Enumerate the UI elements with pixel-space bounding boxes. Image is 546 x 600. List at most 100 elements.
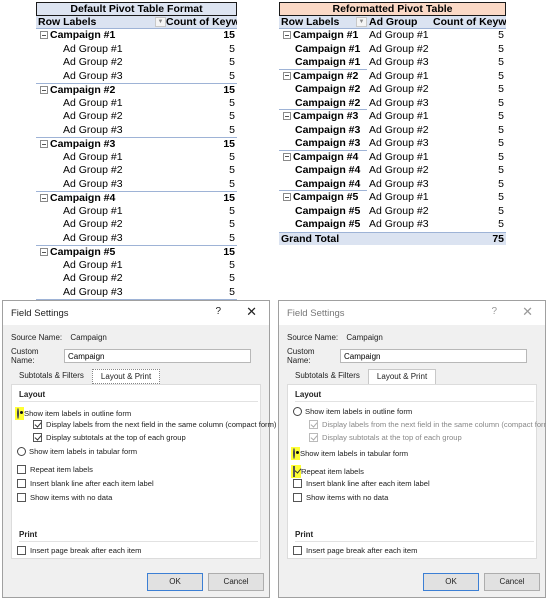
checkbox[interactable] — [293, 546, 302, 555]
ad-group-label: Ad Group #2 — [63, 218, 123, 230]
custom-name-input[interactable] — [340, 349, 527, 363]
ad-group-label: Ad Group #1 — [63, 42, 123, 55]
help-icon[interactable]: ? — [491, 306, 497, 317]
tabular-row: Campaign #2 Ad Group #3 5 — [279, 97, 506, 110]
checkbox[interactable] — [309, 420, 318, 429]
collapse-icon[interactable] — [283, 152, 291, 161]
custom-name-label: Custom Name: — [287, 347, 315, 365]
tabular-row: Campaign #3 Ad Group #1 5 — [279, 110, 506, 124]
checkbox[interactable] — [33, 420, 42, 429]
subtotals-top-option[interactable]: Display subtotals at the top of each gro… — [33, 433, 186, 442]
option-label: Show item labels in tabular form — [29, 447, 138, 456]
checkbox[interactable] — [17, 546, 26, 555]
pivot-body: Campaign #1 15 Ad Group #1 5 Ad Group #2 5… — [36, 29, 237, 299]
option-label: Display subtotals at the top of each gro… — [46, 433, 186, 442]
tab-subtotals-filters[interactable]: Subtotals & Filters — [287, 369, 368, 384]
ad-group-count: 5 — [229, 96, 235, 109]
radio-button[interactable] — [17, 447, 26, 456]
checkbox[interactable] — [17, 493, 26, 502]
cancel-button[interactable]: Cancel — [484, 573, 540, 591]
collapse-icon[interactable] — [40, 140, 48, 148]
close-icon[interactable]: ✕ — [522, 304, 533, 320]
ad-group-count: 5 — [229, 177, 235, 190]
no-data-option[interactable]: Show items with no data — [17, 493, 112, 502]
campaign-name: Campaign #3 — [295, 137, 361, 149]
campaign-label: Campaign #1 — [279, 29, 367, 43]
pivot-body: Campaign #1 Ad Group #1 5 Campaign #1 Ad … — [279, 29, 506, 232]
checkbox[interactable] — [17, 479, 26, 488]
custom-name-input[interactable] — [64, 349, 251, 363]
blank-line-option[interactable]: Insert blank line after each item label — [293, 479, 430, 488]
campaign-label: Campaign #2 — [279, 70, 367, 84]
tabular-form-option[interactable]: Show item labels in tabular form — [17, 447, 137, 456]
collapse-icon[interactable] — [40, 194, 48, 202]
collapse-icon[interactable] — [40, 31, 48, 39]
ad-group-label: Ad Group #3 — [63, 177, 123, 190]
checkbox[interactable] — [293, 493, 302, 502]
tab-layout-print[interactable]: Layout & Print — [367, 369, 437, 384]
page-break-option[interactable]: Insert page break after each item — [293, 546, 417, 555]
blank-line-option[interactable]: Insert blank line after each item label — [17, 479, 154, 488]
ad-group-row: Ad Group #2 5 — [36, 56, 237, 70]
ad-group-count: 5 — [229, 218, 235, 230]
collapse-icon[interactable] — [283, 112, 291, 120]
checkbox[interactable] — [33, 433, 42, 442]
grand-total-value: 75 — [492, 232, 504, 245]
ad-group-label: Ad Group #2 — [63, 110, 123, 122]
collapse-icon[interactable] — [283, 193, 291, 201]
ad-group-row: Ad Group #1 5 — [36, 259, 237, 273]
collapse-icon[interactable] — [40, 248, 48, 256]
checkbox[interactable] — [309, 433, 318, 442]
ok-button[interactable]: OK — [423, 573, 479, 591]
collapse-icon[interactable] — [40, 86, 48, 94]
cancel-button[interactable]: Cancel — [208, 573, 264, 591]
ad-group-label: Ad Group #2 — [369, 83, 429, 95]
filter-dropdown-icon[interactable]: ▼ — [155, 17, 166, 27]
ad-group-row: Ad Group #1 5 — [36, 151, 237, 165]
checkbox[interactable] — [293, 479, 302, 488]
repeat-labels-option[interactable]: Repeat item labels — [17, 465, 93, 474]
tabular-row: Campaign #4 Ad Group #3 5 — [279, 178, 506, 191]
compact-form-option[interactable]: Display labels from the next field in th… — [33, 420, 276, 429]
ad-group-label: Ad Group #3 — [63, 69, 123, 82]
ok-button[interactable]: OK — [147, 573, 203, 591]
radio-button[interactable] — [17, 408, 19, 419]
campaign-name: Campaign #5 — [295, 218, 361, 230]
tab-layout-print[interactable]: Layout & Print — [91, 369, 161, 384]
ad-group-row: Ad Group #3 5 — [36, 124, 237, 138]
highlight-marker — [291, 465, 301, 478]
campaign-label: Campaign #2 — [279, 83, 367, 97]
ad-group-row: Ad Group #3 5 — [36, 232, 237, 246]
dialog-titlebar: Field Settings ? ✕ — [279, 301, 545, 325]
tabular-form-option[interactable]: Show item labels in tabular form — [291, 447, 408, 460]
checkbox[interactable] — [293, 466, 295, 477]
radio-button[interactable] — [293, 448, 295, 459]
help-icon[interactable]: ? — [215, 306, 221, 317]
repeat-labels-option[interactable]: Repeat item labels — [291, 465, 364, 478]
field-settings-dialog-reformatted: Field Settings ? ✕ Source Name: Campaign… — [278, 300, 546, 598]
close-icon[interactable]: ✕ — [246, 304, 257, 320]
page-break-option[interactable]: Insert page break after each item — [17, 546, 141, 555]
radio-button[interactable] — [293, 407, 302, 416]
option-label: Insert page break after each item — [30, 546, 142, 555]
subtotals-top-option[interactable]: Display subtotals at the top of each gro… — [309, 433, 462, 442]
option-label: Insert blank line after each item label — [30, 479, 154, 488]
checkbox[interactable] — [17, 465, 26, 474]
dialog-tabs: Subtotals & Filters Layout & Print — [287, 369, 437, 384]
ad-group-label: Ad Group #1 — [369, 110, 429, 122]
outline-form-option[interactable]: Show item labels in outline form — [15, 407, 131, 420]
ad-group-row: Ad Group #1 5 — [36, 97, 237, 111]
grand-total-spacer — [367, 233, 433, 246]
filter-dropdown-icon[interactable]: ▼ — [356, 17, 367, 27]
ad-group-label: Ad Group #3 — [63, 285, 123, 298]
campaign-label: Campaign #1 — [279, 56, 367, 70]
outline-form-option[interactable]: Show item labels in outline form — [293, 407, 412, 416]
collapse-icon[interactable] — [283, 71, 291, 80]
ad-group-label: Ad Group #1 — [369, 150, 429, 163]
campaign-name: Campaign #2 — [295, 83, 361, 95]
collapse-icon[interactable] — [283, 31, 291, 39]
ad-group-count: 5 — [229, 285, 235, 298]
no-data-option[interactable]: Show items with no data — [293, 493, 388, 502]
tab-subtotals-filters[interactable]: Subtotals & Filters — [11, 369, 92, 384]
compact-form-option[interactable]: Display labels from the next field in th… — [309, 420, 546, 429]
